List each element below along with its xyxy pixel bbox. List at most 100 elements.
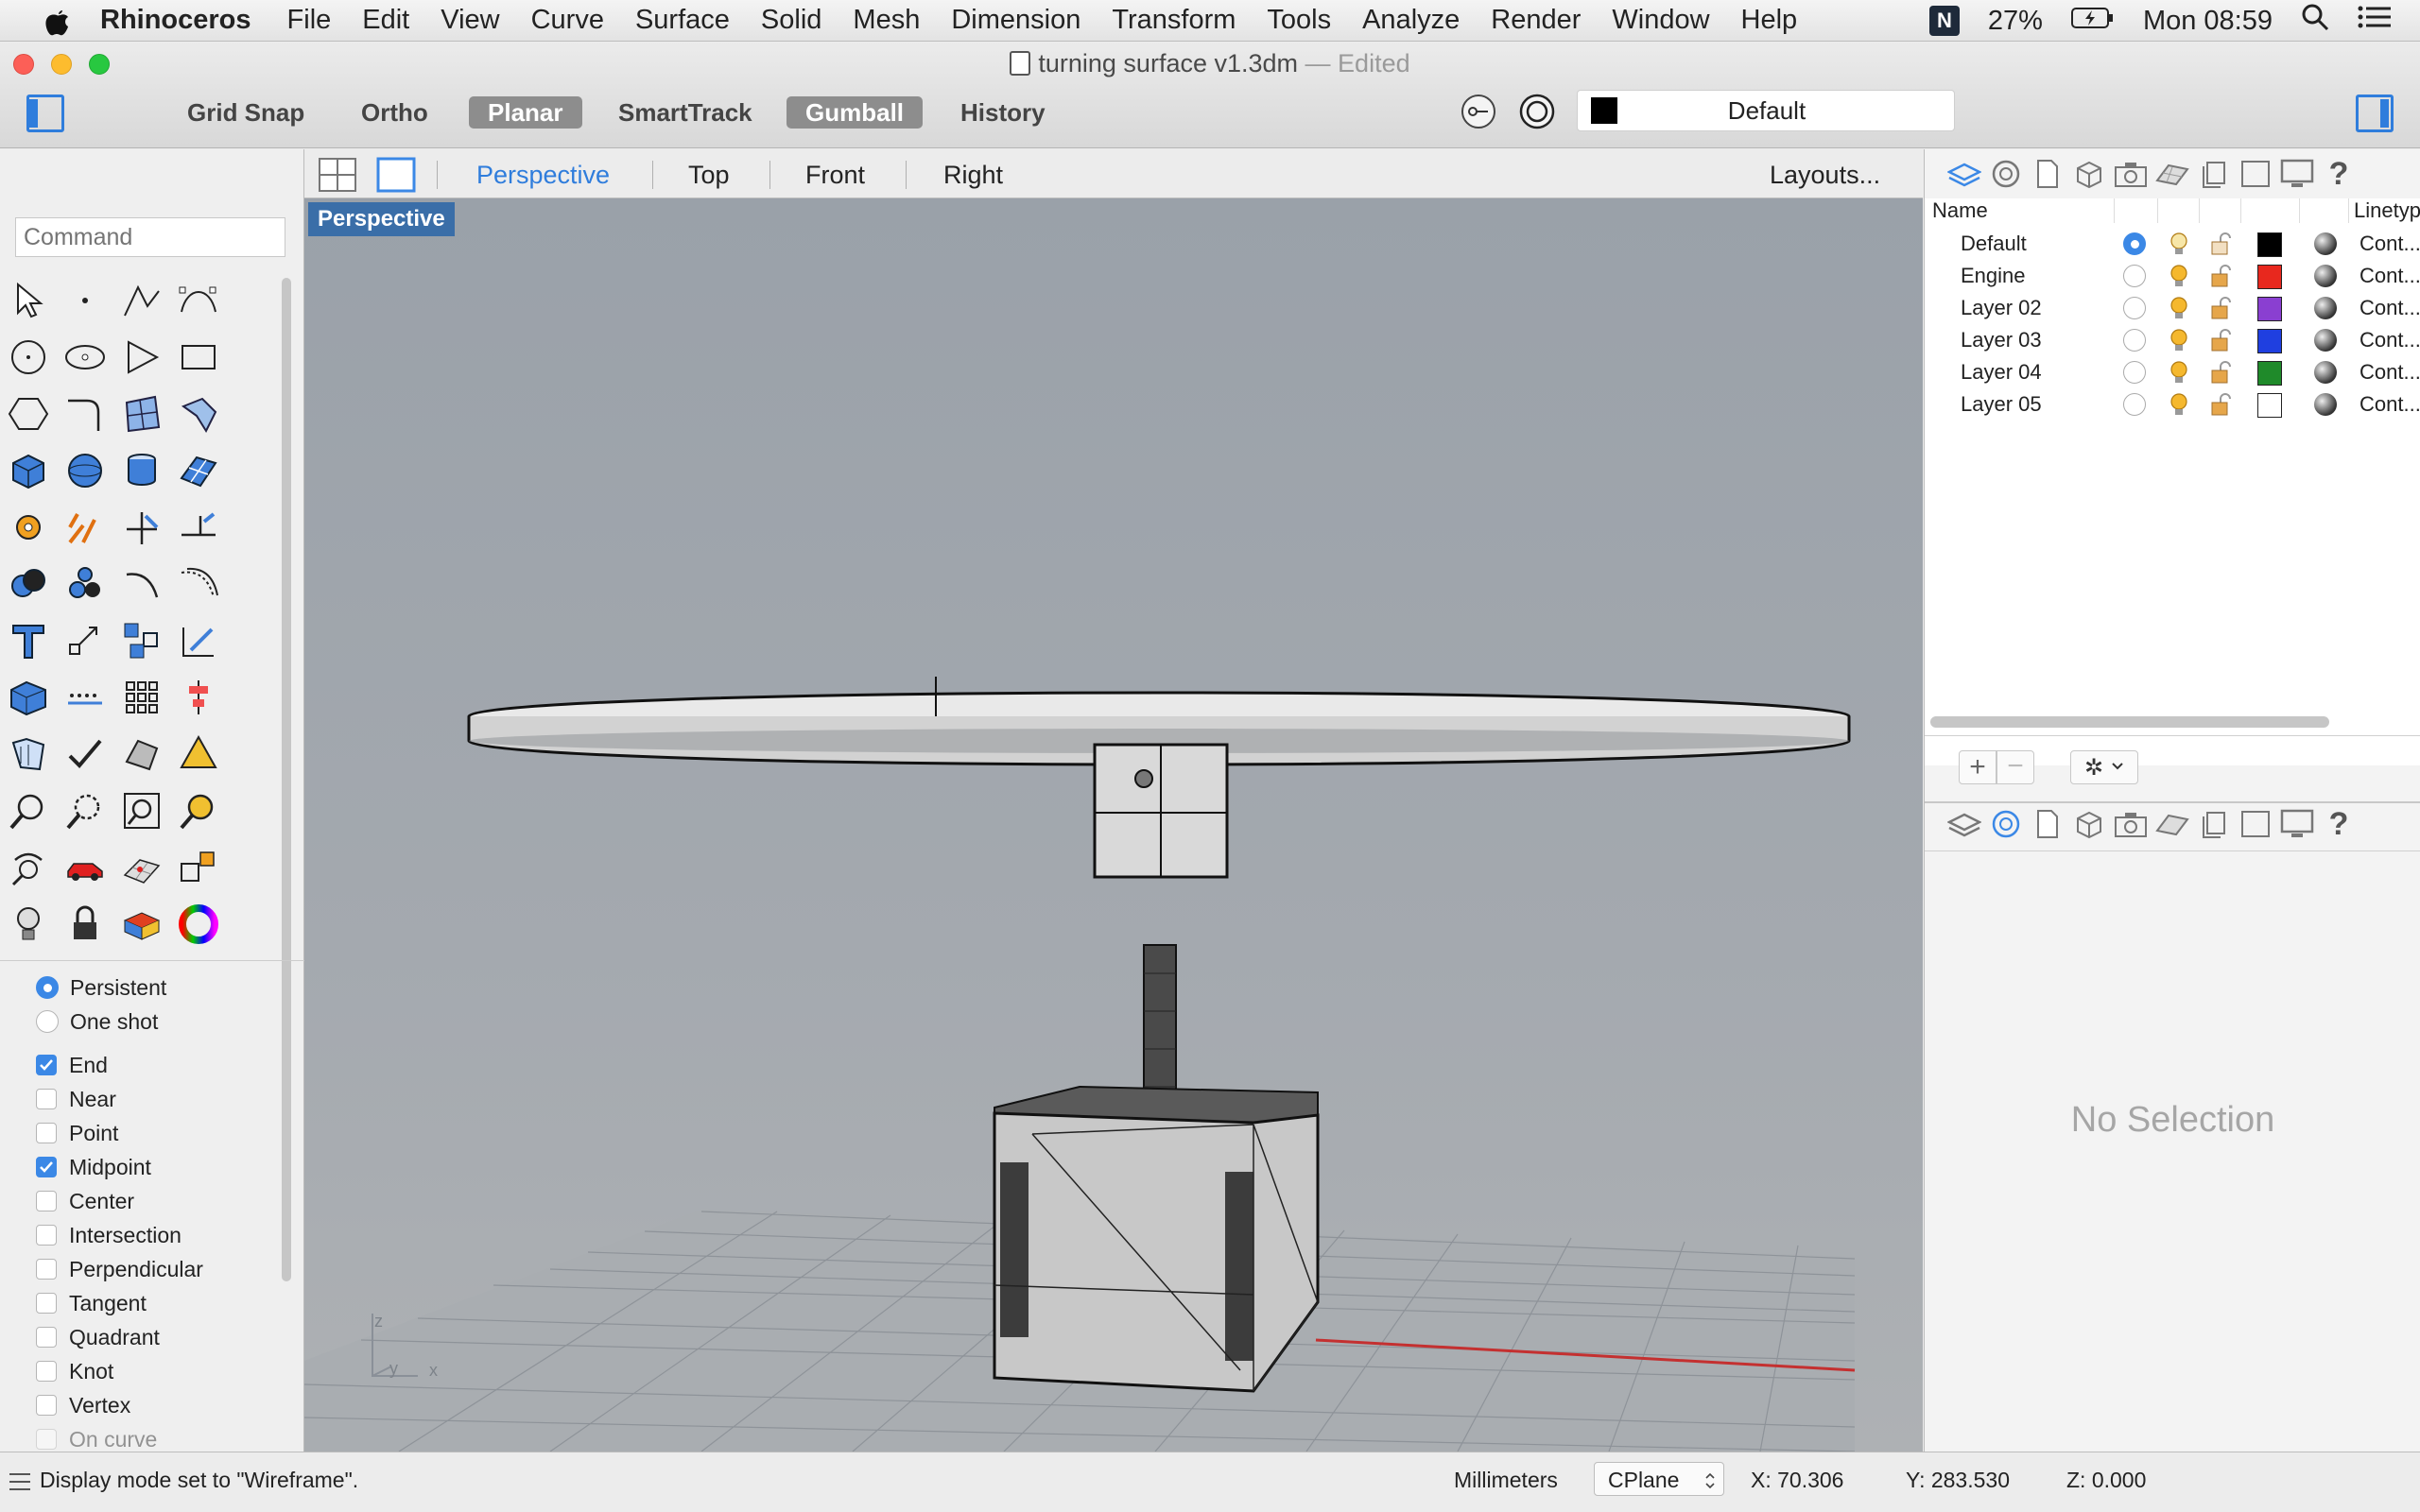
padlock-icon[interactable] [2208,231,2233,263]
lightbulb-visible-icon[interactable] [2167,359,2191,391]
layer-color-swatch[interactable] [2257,297,2282,321]
named-views-camera-icon[interactable] [2114,157,2148,191]
perspective-viewport[interactable]: Perspective z y x [304,198,1923,1452]
layer-color-swatch[interactable] [2257,265,2282,289]
menu-solid[interactable]: Solid [761,5,822,36]
lightbulb-visible-icon[interactable] [2167,295,2191,327]
toolbox-scrollbar[interactable] [282,278,291,1005]
layer-list-hscrollbar[interactable] [1930,716,2329,728]
current-layer-radio[interactable] [2123,297,2146,319]
solid-extrude-icon[interactable] [4,673,53,722]
sphere-solid-icon[interactable] [60,446,110,495]
menu-view[interactable]: View [441,5,499,36]
snap-point-checkbox[interactable]: Point [36,1117,118,1149]
padlock-icon[interactable] [2208,263,2233,295]
cplane-icon-2[interactable] [2155,807,2189,841]
record-target-icon[interactable] [1518,93,1556,135]
battery-icon[interactable] [2070,6,2115,37]
history-button[interactable]: History [942,96,1064,129]
menu-file[interactable]: File [287,5,332,36]
array-icon[interactable] [117,616,166,665]
snap-end-checkbox[interactable]: End [36,1049,108,1081]
scale-icon[interactable] [60,616,110,665]
align-icon[interactable] [174,673,223,722]
explode-arrows-icon[interactable] [60,503,110,552]
cplane-select[interactable]: CPlane [1594,1462,1724,1496]
toggle-left-sidebar-icon[interactable] [26,94,64,132]
single-viewport-icon[interactable] [376,157,416,199]
point-grid-icon[interactable] [117,673,166,722]
curve-cp-icon[interactable] [174,276,223,325]
layer-color-swatch[interactable] [2257,393,2282,418]
snap-knot-checkbox[interactable]: Knot [36,1355,113,1387]
light-bulb-icon[interactable] [4,900,53,949]
polygon-icon[interactable] [117,333,166,382]
boolean-split-icon[interactable] [60,559,110,609]
boolean-union-icon[interactable] [4,559,53,609]
snap-intersection-checkbox[interactable]: Intersection [36,1219,182,1251]
menubar-clock[interactable]: Mon 08:59 [2143,6,2273,37]
menu-curve[interactable]: Curve [531,5,604,36]
notes-icon-2[interactable] [2197,807,2231,841]
toggle-right-sidebar-icon[interactable] [2356,94,2394,132]
dimension-icon[interactable] [174,616,223,665]
display-icon-2[interactable] [2238,807,2273,841]
lightbulb-visible-icon[interactable] [2167,231,2191,263]
layer-color-swatch[interactable] [2257,232,2282,257]
four-viewports-icon[interactable] [318,157,357,199]
padlock-icon[interactable] [2208,327,2233,359]
osnap-persistent-radio[interactable]: Persistent [36,971,166,1004]
menu-surface[interactable]: Surface [635,5,730,36]
hexagon-icon[interactable] [4,389,53,438]
units-label[interactable]: Millimeters [1454,1468,1558,1493]
help-icon[interactable]: ? [2322,156,2356,192]
shade-icon[interactable] [117,730,166,779]
polyline-icon[interactable] [117,276,166,325]
object-panel-icon[interactable] [2072,157,2106,191]
layers-panel-icon[interactable] [1947,157,1981,191]
tab-front[interactable]: Front [805,161,865,190]
gumball-button[interactable]: Gumball [786,96,924,129]
tab-top[interactable]: Top [688,161,730,190]
layer-linetype[interactable]: Cont... [2360,296,2420,320]
layer-name[interactable]: Layer 03 [1961,328,2042,352]
grid-plane-icon[interactable] [117,843,166,892]
tab-perspective[interactable]: Perspective [476,161,610,190]
snap-near-checkbox[interactable]: Near [36,1083,116,1115]
layer-color-swatch[interactable] [2257,329,2282,353]
zoom-in-icon[interactable] [4,786,53,835]
layers-panel-icon-2[interactable] [1947,807,1981,841]
layer-options-gear-button[interactable]: ✲ [2070,750,2138,784]
menu-mesh[interactable]: Mesh [853,5,920,36]
notification-center-icon[interactable] [2358,5,2392,37]
apple-icon[interactable] [38,2,76,40]
monitor-icon-2[interactable] [2280,807,2314,841]
materials-icon[interactable] [117,900,166,949]
notes-panel-icon[interactable] [2197,157,2231,191]
layer-name[interactable]: Layer 04 [1961,360,2042,385]
box-solid-icon[interactable] [4,446,53,495]
zoom-selected-icon[interactable] [174,786,223,835]
command-input[interactable] [15,217,285,257]
snap-center-checkbox[interactable]: Center [36,1185,134,1217]
layer-row[interactable]: Layer 03 Cont... [1925,323,2420,355]
properties-panel-icon-2[interactable] [1989,807,2023,841]
padlock-icon[interactable] [2208,359,2233,391]
grid-dots-icon[interactable] [60,673,110,722]
layer-linetype[interactable]: Cont... [2360,328,2420,352]
current-layer-radio[interactable] [2123,265,2146,287]
current-layer-radio[interactable] [2123,329,2146,352]
material-sphere-icon[interactable] [2314,232,2337,255]
monitor-icon[interactable] [2280,157,2314,191]
layer-linetype[interactable]: Cont... [2360,392,2420,417]
ortho-button[interactable]: Ortho [342,96,447,129]
osnap-scrollbar[interactable] [282,970,291,1281]
explode-gear-icon[interactable] [4,503,53,552]
material-sphere-icon[interactable] [2314,361,2337,384]
offset-curve-icon[interactable] [174,559,223,609]
layer-linetype[interactable]: Cont... [2360,264,2420,288]
named-views-icon[interactable] [174,843,223,892]
display-panel-icon[interactable] [2238,157,2273,191]
snap-tangent-checkbox[interactable]: Tangent [36,1287,147,1319]
menu-analyze[interactable]: Analyze [1362,5,1460,36]
